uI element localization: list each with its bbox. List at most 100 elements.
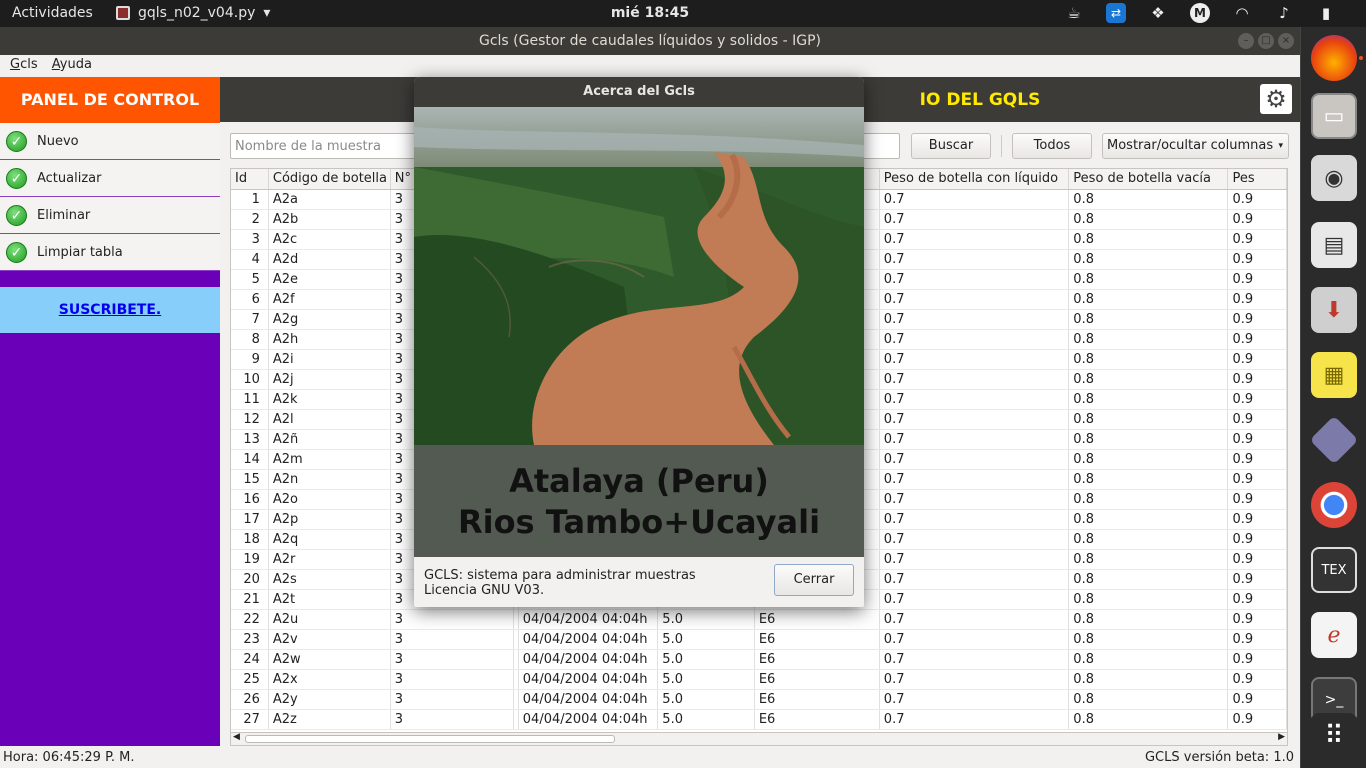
buscar-button[interactable]: Buscar <box>911 133 991 159</box>
table-cell: 6 <box>231 289 269 310</box>
column-header[interactable]: Peso de botella con líquido <box>879 169 1070 190</box>
scroll-right-icon[interactable]: ▶ <box>1278 732 1285 742</box>
table-cell: 0.9 <box>1227 489 1287 510</box>
document-viewer-icon[interactable]: ℯ <box>1311 612 1357 658</box>
table-cell: 0.9 <box>1227 629 1287 650</box>
table-cell: 20 <box>231 569 269 590</box>
sidebar-item-actualizar[interactable]: ✓ Actualizar <box>0 160 220 197</box>
menu-gcls[interactable]: Gcls <box>0 55 38 72</box>
maximize-icon[interactable]: □ <box>1258 33 1274 49</box>
table-cell: 0.8 <box>1068 269 1229 290</box>
app-grid-icon[interactable]: ⠿ <box>1311 713 1357 759</box>
shape-icon[interactable] <box>1309 415 1359 465</box>
cerrar-button[interactable]: Cerrar <box>774 564 854 596</box>
table-row[interactable]: 25 A2x 3 04/04/2004 04:04h 5.0 E6 0.7 0.8 0.9 <box>231 669 1287 690</box>
caption-line-2: Rios Tambo+Ucayali <box>457 503 821 541</box>
dropbox-icon[interactable]: ❖ <box>1148 3 1168 23</box>
sidebar-item-label: Nuevo <box>37 133 79 149</box>
table-cell: 0.8 <box>1068 209 1229 230</box>
horizontal-scrollbar[interactable]: ◀ ▶ <box>230 732 1288 746</box>
column-header[interactable]: Id <box>231 169 269 190</box>
printer-icon[interactable]: ▤ <box>1311 222 1357 268</box>
table-cell: 11 <box>231 389 269 410</box>
table-cell: 0.9 <box>1227 509 1287 530</box>
table-cell: 4 <box>231 249 269 270</box>
header-title: IO DEL GQLS <box>919 90 1041 110</box>
columns-dropdown[interactable]: Mostrar/ocultar columnas ▾ <box>1102 133 1289 159</box>
table-cell: A2a <box>268 189 391 210</box>
installer-icon[interactable]: ⬇ <box>1311 287 1357 333</box>
table-cell: 0.7 <box>879 389 1070 410</box>
wifi-icon[interactable]: ◠ <box>1232 3 1252 23</box>
m-account-icon[interactable]: M <box>1190 3 1210 23</box>
firefox-icon[interactable] <box>1311 35 1357 81</box>
subscribe-link[interactable]: SUSCRIBETE. <box>59 302 161 318</box>
coffee-icon[interactable]: ☕ <box>1064 3 1084 23</box>
table-cell: 0.7 <box>879 369 1070 390</box>
window-controls: – □ × <box>1238 33 1294 49</box>
table-cell: A2t <box>268 589 391 610</box>
table-cell: A2m <box>268 449 391 470</box>
column-header[interactable]: Código de botella <box>268 169 391 190</box>
table-cell: 0.9 <box>1227 229 1287 250</box>
table-cell: A2w <box>268 649 391 670</box>
volume-icon[interactable]: ♪ <box>1274 3 1294 23</box>
table-row[interactable]: 23 A2v 3 04/04/2004 04:04h 5.0 E6 0.7 0.8 0.9 <box>231 629 1287 650</box>
table-row[interactable]: 24 A2w 3 04/04/2004 04:04h 5.0 E6 0.7 0.8 0.9 <box>231 649 1287 670</box>
chrome-icon[interactable] <box>1311 482 1357 528</box>
table-cell: 0.9 <box>1227 669 1287 690</box>
scroll-left-icon[interactable]: ◀ <box>233 732 240 742</box>
table-row[interactable]: 26 A2y 3 04/04/2004 04:04h 5.0 E6 0.7 0.8 0.9 <box>231 689 1287 710</box>
table-cell: 5.0 <box>657 629 755 650</box>
table-row[interactable]: 22 A2u 3 04/04/2004 04:04h 5.0 E6 0.7 0.8 0.9 <box>231 609 1287 630</box>
running-indicator <box>1359 56 1363 60</box>
dialog-footer: GCLS: sistema para administrar muestras … <box>414 557 864 607</box>
table-cell: 0.9 <box>1227 389 1287 410</box>
table-cell: 7 <box>231 309 269 330</box>
table-row[interactable]: 27 A2z 3 04/04/2004 04:04h 5.0 E6 0.7 0.8 0.9 <box>231 709 1287 730</box>
system-tray: ☕ ⇄ ❖ M ◠ ♪ ▮ <box>1064 3 1336 23</box>
table-cell: 3 <box>390 609 514 630</box>
battery-icon[interactable]: ▮ <box>1316 3 1336 23</box>
table-cell: 0.9 <box>1227 249 1287 270</box>
scrollbar-thumb[interactable] <box>245 735 615 743</box>
table-cell: 24 <box>231 649 269 670</box>
files-icon[interactable]: ▭ <box>1311 93 1357 139</box>
table-cell: A2l <box>268 409 391 430</box>
table-cell: 0.9 <box>1227 589 1287 610</box>
table-cell: 3 <box>390 689 514 710</box>
menubar: Gcls Ayuda <box>0 55 1300 77</box>
table-cell: 0.8 <box>1068 429 1229 450</box>
table-cell: A2y <box>268 689 391 710</box>
table-cell: A2v <box>268 629 391 650</box>
menu-ayuda[interactable]: Ayuda <box>42 55 92 72</box>
sidebar-item-eliminar[interactable]: ✓ Eliminar <box>0 197 220 234</box>
table-cell: 0.8 <box>1068 569 1229 590</box>
table-cell: 0.7 <box>879 509 1070 530</box>
sidebar-item-nuevo[interactable]: ✓ Nuevo <box>0 123 220 160</box>
camera-icon[interactable]: ◉ <box>1311 155 1357 201</box>
column-header[interactable]: Peso de botella vacía <box>1068 169 1229 190</box>
minimize-icon[interactable]: – <box>1238 33 1254 49</box>
table-cell: E6 <box>754 629 880 650</box>
close-icon[interactable]: × <box>1278 33 1294 49</box>
table-cell: A2r <box>268 549 391 570</box>
sidebar-item-limpiar-tabla[interactable]: ✓ Limpiar tabla <box>0 234 220 271</box>
table-cell: 3 <box>390 629 514 650</box>
table-cell: 1 <box>231 189 269 210</box>
column-header[interactable]: Pes <box>1227 169 1287 190</box>
dock: ▭ ◉ ▤ ⬇ ▦ TEX ℯ >_ ⠿ <box>1300 27 1366 768</box>
gear-icon[interactable]: ⚙ <box>1260 84 1292 114</box>
todos-button[interactable]: Todos <box>1012 133 1092 159</box>
teamviewer-icon[interactable]: ⇄ <box>1106 3 1126 23</box>
table-cell: 0.9 <box>1227 209 1287 230</box>
table-cell: 0.8 <box>1068 529 1229 550</box>
chevron-down-icon: ▾ <box>1278 141 1283 151</box>
table-cell: A2u <box>268 609 391 630</box>
texmaker-icon[interactable]: TEX <box>1311 547 1357 593</box>
table-cell: 0.8 <box>1068 249 1229 270</box>
table-cell: 0.7 <box>879 449 1070 470</box>
table-cell: E6 <box>754 649 880 670</box>
sticky-notes-icon[interactable]: ▦ <box>1311 352 1357 398</box>
table-cell: 23 <box>231 629 269 650</box>
